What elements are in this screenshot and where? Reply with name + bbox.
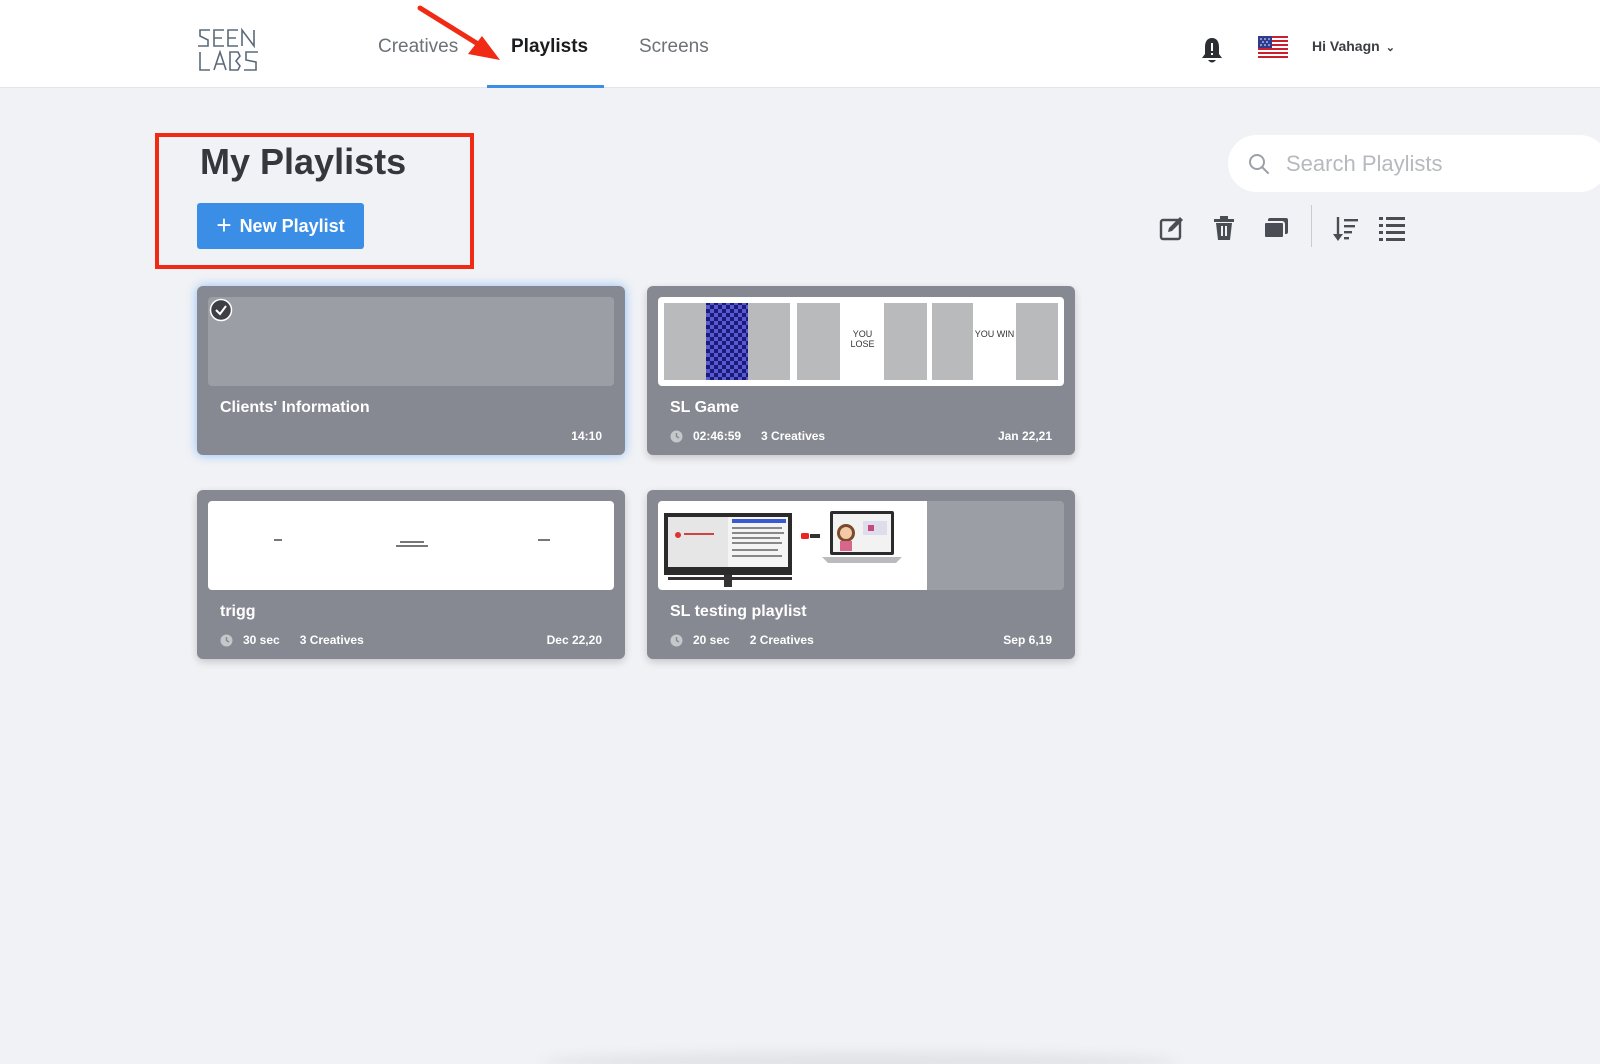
playlist-thumbnail xyxy=(658,501,1064,590)
playlist-thumbnail xyxy=(208,501,614,590)
thumb-label-lose: YOU LOSE xyxy=(850,329,875,349)
active-tab-indicator xyxy=(487,85,604,88)
seen-labs-logo[interactable] xyxy=(196,26,262,74)
playlist-duration: 02:46:59 xyxy=(693,429,742,443)
playlist-duration: 30 sec xyxy=(243,633,280,647)
playlist-date: 14:10 xyxy=(571,429,602,443)
bottom-shadow xyxy=(540,1052,1180,1064)
list-view-icon[interactable] xyxy=(1378,214,1406,242)
annotation-highlight-box xyxy=(155,133,474,269)
playlist-meta: 30 sec 3 Creatives xyxy=(220,633,364,647)
chevron-down-icon: ⌄ xyxy=(1385,42,1395,54)
search-bar[interactable] xyxy=(1228,135,1600,192)
playlist-name: SL testing playlist xyxy=(670,603,807,620)
playlist-name: Clients' Information xyxy=(220,399,370,416)
thumb-label-win: YOU WIN xyxy=(974,329,1015,339)
clock-icon xyxy=(670,634,683,646)
playlist-date: Dec 22,20 xyxy=(546,633,602,647)
playlist-creatives-count: 3 Creatives xyxy=(299,633,364,647)
checkmark-icon[interactable] xyxy=(209,298,233,322)
tab-playlists[interactable]: Playlists xyxy=(511,0,588,88)
top-navbar: Creatives Playlists Screens Hi Vahagn ⌄ xyxy=(0,0,1600,88)
clock-icon xyxy=(220,634,233,646)
playlist-name: trigg xyxy=(220,603,256,620)
playlist-date: Jan 22,21 xyxy=(997,429,1052,443)
duplicate-icon[interactable] xyxy=(1262,214,1290,242)
playlist-duration: 20 sec xyxy=(693,633,730,647)
playlist-card[interactable]: trigg 30 sec 3 Creatives Dec 22,20 xyxy=(197,490,625,659)
playlist-card[interactable]: YOU LOSE YOU WIN SL Game 02:46:59 3 Crea… xyxy=(647,286,1075,455)
user-greeting: Hi Vahagn xyxy=(1312,38,1380,54)
us-flag-icon[interactable] xyxy=(1258,36,1288,60)
sort-icon[interactable] xyxy=(1332,214,1360,242)
search-input[interactable] xyxy=(1286,150,1586,177)
playlist-meta: 02:46:59 3 Creatives xyxy=(670,429,825,443)
playlist-thumbnail xyxy=(208,297,614,386)
edit-icon[interactable] xyxy=(1158,214,1186,242)
playlist-creatives-count: 2 Creatives xyxy=(749,633,814,647)
playlist-card[interactable]: Clients' Information 14:10 xyxy=(197,286,625,455)
playlist-date: Sep 6,19 xyxy=(1003,633,1052,647)
playlist-card[interactable]: SL testing playlist 20 sec 2 Creatives S… xyxy=(647,490,1075,659)
playlist-name: SL Game xyxy=(670,399,740,416)
trash-icon[interactable] xyxy=(1210,214,1238,242)
playlist-meta: 20 sec 2 Creatives xyxy=(670,633,814,647)
clock-icon xyxy=(670,430,683,442)
playlist-thumbnail: YOU LOSE YOU WIN xyxy=(658,297,1064,386)
bell-icon[interactable] xyxy=(1199,36,1225,66)
toolbar-divider xyxy=(1311,205,1312,247)
tab-screens[interactable]: Screens xyxy=(639,0,709,88)
user-menu[interactable]: Hi Vahagn ⌄ xyxy=(1312,38,1395,54)
annotation-arrow xyxy=(417,5,500,60)
search-icon xyxy=(1249,153,1269,174)
playlist-creatives-count: 3 Creatives xyxy=(761,429,826,443)
